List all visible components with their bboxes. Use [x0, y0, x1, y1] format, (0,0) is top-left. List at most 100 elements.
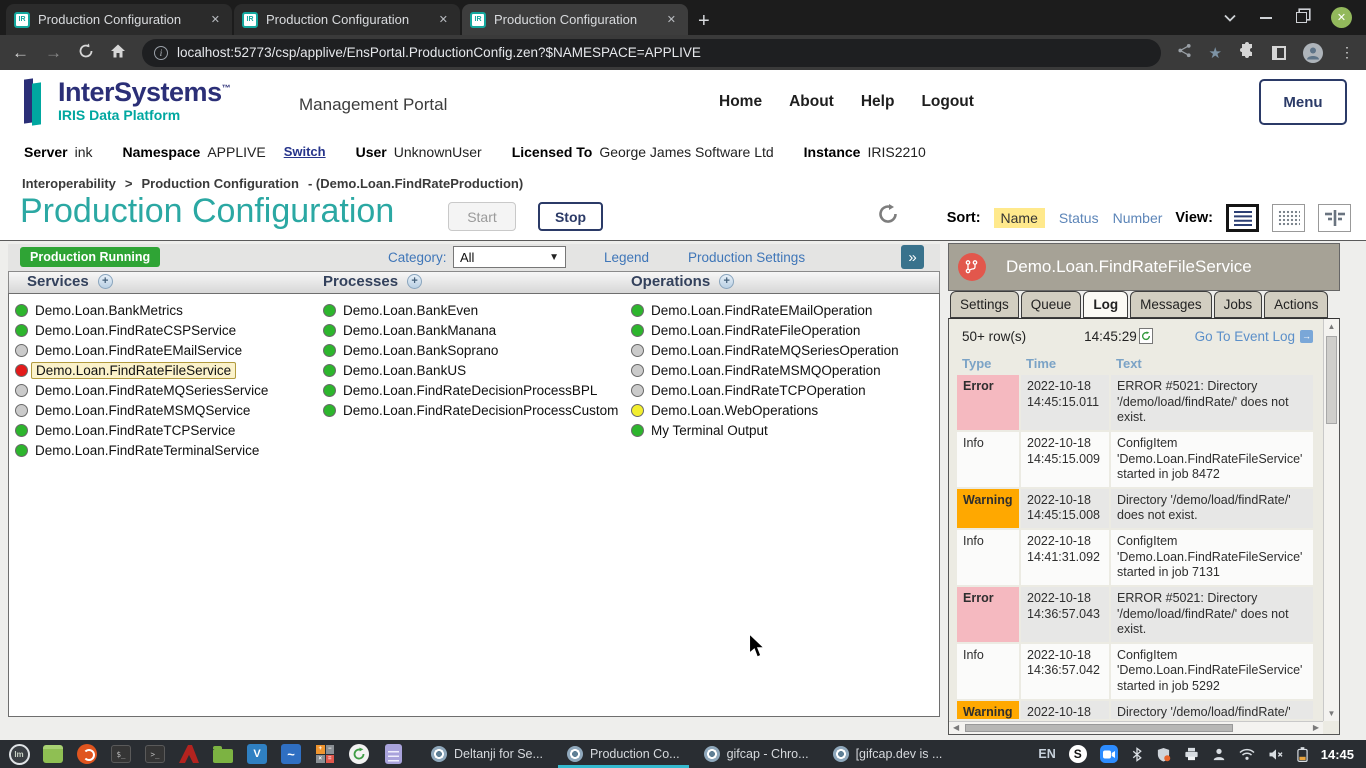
list-item[interactable]: Demo.Loan.FindRateEMailService — [15, 340, 268, 360]
item-name[interactable]: Demo.Loan.FindRateTCPService — [35, 423, 235, 438]
start-button[interactable]: Start — [448, 202, 516, 231]
namespace-switch-link[interactable]: Switch — [284, 144, 326, 159]
item-name[interactable]: Demo.Loan.FindRateMQSeriesService — [35, 383, 268, 398]
user-icon[interactable] — [1212, 747, 1226, 761]
scroll-right-icon[interactable]: ▶ — [1313, 723, 1319, 732]
item-name[interactable]: Demo.Loan.WebOperations — [651, 403, 818, 418]
printer-icon[interactable] — [1184, 747, 1199, 761]
list-item[interactable]: Demo.Loan.BankMetrics — [15, 300, 268, 320]
browser-tab[interactable]: IRProduction Configuration✕ — [6, 4, 232, 35]
list-item[interactable]: Demo.Loan.BankSoprano — [323, 340, 618, 360]
taskbar-window-button[interactable]: [gifcap.dev is ... — [824, 740, 952, 768]
tab-close-icon[interactable]: ✕ — [207, 11, 224, 28]
taskbar-window-button[interactable]: Deltanji for Se... — [422, 740, 552, 768]
list-item[interactable]: Demo.Loan.FindRateTCPOperation — [631, 380, 899, 400]
item-name[interactable]: Demo.Loan.FindRateMSMQService — [35, 403, 250, 418]
item-name[interactable]: Demo.Loan.FindRateMSMQOperation — [651, 363, 881, 378]
panel-tab-actions[interactable]: Actions — [1264, 291, 1328, 318]
shield-icon[interactable] — [1156, 747, 1171, 762]
nav-link-about[interactable]: About — [789, 93, 834, 111]
production-settings-link[interactable]: Production Settings — [688, 250, 805, 265]
grid-view-button[interactable] — [1272, 204, 1305, 232]
vertical-scrollbar[interactable]: ▲ ▼ — [1323, 319, 1339, 721]
panel-tab-jobs[interactable]: Jobs — [1214, 291, 1263, 318]
clock[interactable]: 14:45 — [1321, 747, 1354, 762]
taskbar-window-button[interactable]: Production Co... — [558, 740, 689, 768]
add-service-button[interactable]: + — [98, 274, 113, 289]
list-item[interactable]: My Terminal Output — [631, 420, 899, 440]
panel-tab-queue[interactable]: Queue — [1021, 291, 1082, 318]
list-item[interactable]: Demo.Loan.BankManana — [323, 320, 618, 340]
orange-app-icon[interactable] — [76, 743, 98, 765]
files-folder-icon[interactable] — [212, 743, 234, 765]
bluetooth-icon[interactable] — [1131, 747, 1143, 762]
profile-avatar[interactable] — [1303, 43, 1323, 63]
item-name[interactable]: Demo.Loan.BankEven — [343, 303, 478, 318]
battery-icon[interactable] — [1297, 747, 1308, 762]
expand-ribbon-button[interactable]: » — [901, 245, 924, 269]
list-item[interactable]: Demo.Loan.FindRateDecisionProcessBPL — [323, 380, 618, 400]
list-item[interactable]: Demo.Loan.FindRateMQSeriesService — [15, 380, 268, 400]
red-app-icon[interactable] — [178, 743, 200, 765]
item-name[interactable]: Demo.Loan.BankSoprano — [343, 343, 498, 358]
extensions-icon[interactable] — [1239, 42, 1255, 63]
volume-muted-icon[interactable] — [1268, 748, 1284, 761]
list-item[interactable]: Demo.Loan.FindRateFileOperation — [631, 320, 899, 340]
list-item[interactable]: Demo.Loan.BankUS — [323, 360, 618, 380]
item-name[interactable]: Demo.Loan.FindRateDecisionProcessBPL — [343, 383, 597, 398]
tab-search-chevron-icon[interactable] — [1224, 14, 1236, 22]
refresh-log-icon[interactable] — [1139, 328, 1153, 344]
breadcrumb-root[interactable]: Interoperability — [22, 176, 116, 191]
panel-tab-log[interactable]: Log — [1083, 291, 1128, 318]
stop-button[interactable]: Stop — [538, 202, 603, 231]
item-name[interactable]: Demo.Loan.FindRateTCPOperation — [651, 383, 866, 398]
item-name[interactable]: Demo.Loan.BankMetrics — [35, 303, 183, 318]
window-manager-icon[interactable] — [42, 743, 64, 765]
item-name[interactable]: Demo.Loan.FindRateTerminalService — [35, 443, 259, 458]
scroll-down-icon[interactable]: ▼ — [1324, 709, 1339, 718]
list-item[interactable]: Demo.Loan.FindRateMSMQOperation — [631, 360, 899, 380]
list-item[interactable]: Demo.Loan.WebOperations — [631, 400, 899, 420]
sort-option-name[interactable]: Name — [994, 208, 1045, 228]
bookmark-star-icon[interactable]: ★ — [1209, 44, 1222, 62]
split-view-button[interactable] — [1318, 204, 1351, 232]
item-name[interactable]: My Terminal Output — [651, 423, 768, 438]
item-name[interactable]: Demo.Loan.FindRateEMailOperation — [651, 303, 872, 318]
keyboard-layout-indicator[interactable]: EN — [1038, 747, 1055, 761]
sort-option-number[interactable]: Number — [1113, 210, 1163, 226]
reload-icon[interactable] — [78, 43, 94, 62]
horizontal-scrollbar[interactable]: ◀ ▶ — [949, 721, 1323, 734]
item-name[interactable]: Demo.Loan.FindRateCSPService — [35, 323, 236, 338]
browser-menu-icon[interactable]: ⋮ — [1340, 44, 1354, 61]
restore-icon[interactable] — [1296, 12, 1307, 23]
panel-tab-messages[interactable]: Messages — [1130, 291, 1212, 318]
calculator-icon[interactable]: +−×= — [314, 743, 336, 765]
site-info-icon[interactable]: i — [154, 46, 168, 60]
list-item[interactable]: Demo.Loan.FindRateTCPService — [15, 420, 268, 440]
list-item[interactable]: Demo.Loan.FindRateFileService — [15, 360, 268, 380]
tab-close-icon[interactable]: ✕ — [663, 11, 680, 28]
browser-tab[interactable]: IRProduction Configuration✕ — [462, 4, 688, 35]
list-item[interactable]: Demo.Loan.FindRateMQSeriesOperation — [631, 340, 899, 360]
vertical-scroll-thumb[interactable] — [1326, 336, 1337, 424]
list-item[interactable]: Demo.Loan.FindRateDecisionProcessCustom — [323, 400, 618, 420]
terminal-dollar-icon[interactable]: $_ — [110, 743, 132, 765]
taskbar-window-button[interactable]: gifcap - Chro... — [695, 740, 818, 768]
add-operation-button[interactable]: + — [719, 274, 734, 289]
new-tab-button[interactable]: + — [698, 11, 710, 31]
nav-link-home[interactable]: Home — [719, 93, 762, 111]
wifi-icon[interactable] — [1239, 748, 1255, 761]
list-item[interactable]: Demo.Loan.FindRateEMailOperation — [631, 300, 899, 320]
list-item[interactable]: Demo.Loan.FindRateTerminalService — [15, 440, 268, 460]
panel-tab-settings[interactable]: Settings — [950, 291, 1019, 318]
item-name[interactable]: Demo.Loan.BankUS — [343, 363, 466, 378]
back-icon[interactable]: ← — [12, 44, 29, 61]
close-icon[interactable]: ✕ — [1331, 7, 1352, 28]
horizontal-scroll-thumb[interactable] — [965, 724, 1233, 732]
item-name[interactable]: Demo.Loan.FindRateMQSeriesOperation — [651, 343, 899, 358]
home-icon[interactable] — [110, 43, 126, 62]
list-item[interactable]: Demo.Loan.FindRateMSMQService — [15, 400, 268, 420]
url-bar[interactable]: i localhost:52773/csp/applive/EnsPortal.… — [142, 39, 1161, 67]
sidebar-icon[interactable] — [1272, 46, 1286, 60]
go-to-event-log-link[interactable]: Go To Event Log → — [1195, 329, 1313, 344]
